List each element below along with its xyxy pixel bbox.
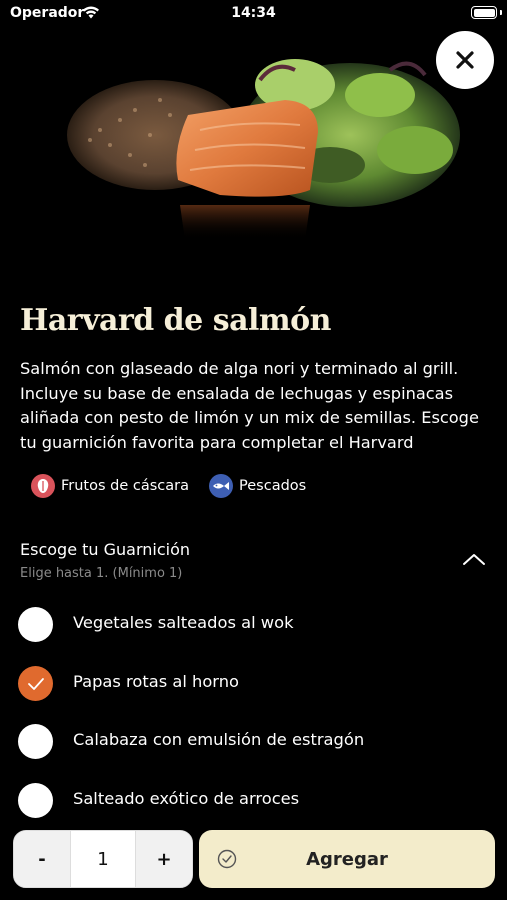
quantity-stepper: - 1 + <box>13 830 193 888</box>
dish-description: Salmón con glaseado de alga nori y termi… <box>20 359 479 452</box>
garnish-section-subtitle: Elige hasta 1. (Mínimo 1) <box>20 566 183 581</box>
salmon-salad-image <box>67 59 460 240</box>
decrement-button[interactable]: - <box>14 831 70 887</box>
chevron-up-icon[interactable] <box>462 552 486 566</box>
quantity-value: 1 <box>70 831 136 887</box>
allergen-list: Frutos de cáscara Pescados <box>31 474 306 498</box>
allergen-nuts: Frutos de cáscara <box>31 474 189 498</box>
clock: 14:34 <box>231 5 276 21</box>
garnish-option[interactable]: Calabaza con emulsión de estragón <box>0 712 507 770</box>
close-button[interactable] <box>436 31 494 89</box>
increment-button[interactable]: + <box>136 831 192 887</box>
garnish-option[interactable]: Vegetales salteados al wok <box>0 595 507 653</box>
battery-tip <box>500 10 502 15</box>
order-bar: - 1 + Agregar <box>0 822 507 900</box>
allergen-label: Pescados <box>239 478 307 494</box>
radio-button[interactable] <box>18 607 53 642</box>
battery-icon <box>471 6 497 19</box>
garnish-option[interactable]: Salteado exótico de arroces <box>0 771 507 829</box>
radio-button[interactable] <box>18 783 53 818</box>
nut-icon <box>31 474 55 498</box>
checkmark-icon <box>27 677 44 690</box>
garnish-option-label: Salteado exótico de arroces <box>73 789 300 808</box>
dish-title: Harvard de salmón <box>20 303 331 338</box>
add-button-label: Agregar <box>306 848 388 870</box>
radio-button[interactable] <box>18 724 53 759</box>
status-bar: Operador 14:34 <box>0 0 507 28</box>
allergen-fish: Pescados <box>209 474 306 498</box>
garnish-option-label: Calabaza con emulsión de estragón <box>73 730 365 749</box>
garnish-option-label: Papas rotas al horno <box>73 672 239 691</box>
radio-button-checked[interactable] <box>18 666 53 701</box>
check-circle-icon <box>217 849 237 869</box>
allergen-label: Frutos de cáscara <box>61 478 190 494</box>
fish-icon <box>209 474 234 498</box>
close-icon <box>456 51 474 69</box>
garnish-section-title: Escoge tu Guarnición <box>20 540 191 559</box>
add-to-cart-button[interactable]: Agregar <box>199 830 495 888</box>
garnish-option-label: Vegetales salteados al wok <box>73 613 294 632</box>
garnish-option[interactable]: Papas rotas al horno <box>0 654 507 712</box>
